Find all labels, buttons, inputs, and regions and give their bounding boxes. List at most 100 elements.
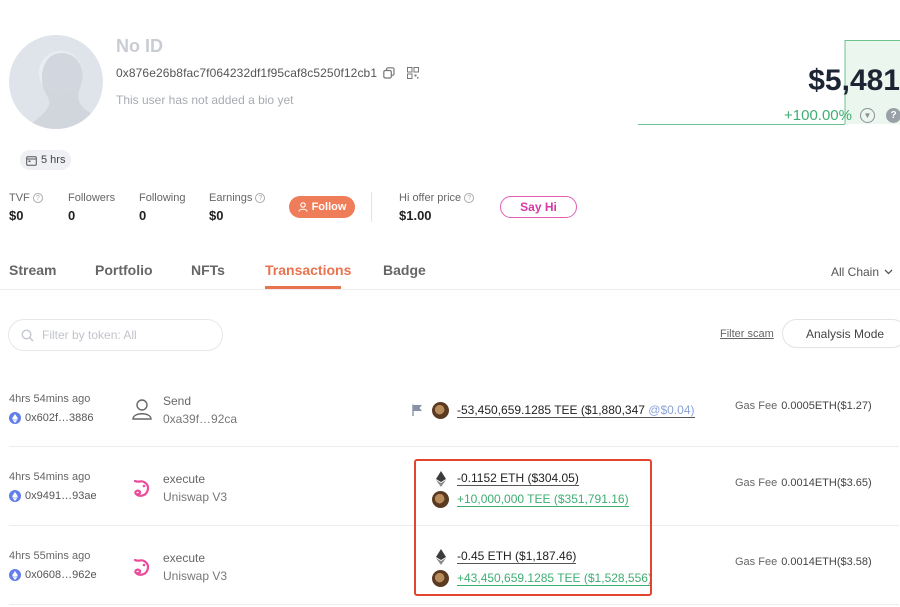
tee-token-icon <box>432 491 449 508</box>
help-icon[interactable]: ? <box>255 193 266 203</box>
gas-fee: Gas Fee 0.0014ETH($3.58) <box>735 556 872 568</box>
tab-transactions[interactable]: Transactions <box>265 262 351 278</box>
uniswap-icon <box>130 476 154 500</box>
stat-earnings-value: $0 <box>209 208 224 223</box>
token-transfer[interactable]: -0.1152 ETH ($304.05) <box>432 470 579 487</box>
token-transfer[interactable]: -53,450,659.1285 TEE ($1,880,347 @$0.04) <box>432 402 695 419</box>
help-icon[interactable]: ? <box>464 193 475 203</box>
token-amount: +10,000,000 TEE ($351,791.16) <box>457 492 629 507</box>
stat-following-label: Following <box>139 192 186 204</box>
stat-following[interactable]: Following 0 <box>139 192 185 223</box>
eth-token-icon <box>432 470 449 487</box>
tx-hash-label: 0x602f…3886 <box>25 412 94 424</box>
activity-chip: 5 hrs <box>20 150 72 170</box>
stat-hi-offer: Hi offer price? $1.00 <box>399 192 475 223</box>
user-icon <box>130 397 154 421</box>
tx-time: 4hrs 55mins ago <box>9 550 91 562</box>
profile-bio: This user has not added a bio yet <box>116 93 294 107</box>
token-unit-price: @$0.04) <box>648 403 695 417</box>
tx-time: 4hrs 54mins ago <box>9 393 91 405</box>
stat-earnings: Earnings? $0 <box>209 192 266 223</box>
tx-hash-label: 0x9491…93ae <box>25 490 97 502</box>
follow-button[interactable]: Follow <box>289 196 355 218</box>
tab-stream[interactable]: Stream <box>9 262 56 278</box>
token-transfer[interactable]: +10,000,000 TEE ($351,791.16) <box>432 491 629 508</box>
qr-code-icon[interactable] <box>405 65 421 81</box>
tx-hash[interactable]: 0x0608…962e <box>9 569 97 581</box>
token-filter-input[interactable] <box>42 328 202 342</box>
gas-fee-label: Gas Fee <box>735 400 778 412</box>
stat-hi-offer-value: $1.00 <box>399 208 432 223</box>
token-amount: -0.1152 ETH ($304.05) <box>457 471 579 486</box>
tx-target[interactable]: 0xa39f…92ca <box>163 412 237 426</box>
token-amount: -53,450,659.1285 TEE ($1,880,347 <box>457 403 645 417</box>
help-icon[interactable]: ? <box>32 193 43 203</box>
ethereum-chain-icon <box>9 412 21 424</box>
tab-badge[interactable]: Badge <box>383 262 426 278</box>
help-icon[interactable]: ? <box>886 108 900 123</box>
divider <box>9 446 899 447</box>
profile-name: No ID <box>116 36 163 56</box>
calendar-icon <box>26 155 37 166</box>
tab-nfts[interactable]: NFTs <box>191 262 225 278</box>
tx-type: execute <box>163 551 206 565</box>
gas-fee-label: Gas Fee <box>735 477 778 489</box>
search-icon <box>21 328 34 342</box>
flag-icon[interactable] <box>412 403 423 421</box>
stat-hi-offer-label: Hi offer price <box>399 192 462 204</box>
wallet-address: 0x876e26b8fac7f064232df1f95caf8c5250f12c… <box>116 66 378 80</box>
tx-hash[interactable]: 0x9491…93ae <box>9 490 97 502</box>
avatar-silhouette-icon <box>27 53 103 129</box>
stat-followers[interactable]: Followers 0 <box>68 192 115 223</box>
gas-fee-value: 0.0005ETH($1.27) <box>781 400 872 412</box>
divider <box>9 604 899 605</box>
tx-type: Send <box>163 394 192 408</box>
tee-token-icon <box>432 570 449 587</box>
follow-button-label: Follow <box>311 201 347 213</box>
user-icon <box>298 202 308 212</box>
ethereum-chain-icon <box>9 569 21 581</box>
tx-time: 4hrs 54mins ago <box>9 471 91 483</box>
chain-select[interactable]: All Chain <box>831 265 893 279</box>
stat-following-value: 0 <box>139 208 147 223</box>
analysis-mode-button[interactable]: Analysis Mode <box>782 319 900 348</box>
uniswap-icon <box>130 555 154 579</box>
tx-hash-label: 0x0608…962e <box>25 569 97 581</box>
chain-select-label: All Chain <box>831 265 880 279</box>
token-amount: +43,450,659.1285 TEE ($1,528,556) <box>457 571 652 586</box>
filter-scam-link[interactable]: Filter scam <box>720 328 774 340</box>
avatar <box>9 35 103 129</box>
tee-token-icon <box>432 402 449 419</box>
tx-type: execute <box>163 472 206 486</box>
gas-fee-label: Gas Fee <box>735 556 778 568</box>
token-filter-field[interactable] <box>8 319 223 351</box>
gas-fee-value: 0.0014ETH($3.65) <box>781 477 872 489</box>
divider <box>0 289 900 290</box>
gas-fee: Gas Fee 0.0014ETH($3.65) <box>735 477 872 489</box>
tab-portfolio[interactable]: Portfolio <box>95 262 153 278</box>
value-change-percent: +100.00% <box>784 107 852 124</box>
stat-followers-value: 0 <box>68 208 76 223</box>
stat-followers-label: Followers <box>68 192 116 204</box>
token-transfer[interactable]: +43,450,659.1285 TEE ($1,528,556) <box>432 570 652 587</box>
copy-icon[interactable] <box>381 65 397 81</box>
activity-chip-label: 5 hrs <box>41 154 66 166</box>
stat-tvf: TVF? $0 <box>9 192 43 223</box>
say-hi-button[interactable]: Say Hi <box>500 196 577 218</box>
gas-fee-value: 0.0014ETH($3.58) <box>781 556 872 568</box>
chevron-down-icon[interactable]: ▼ <box>860 108 875 123</box>
divider <box>371 192 372 222</box>
tx-target[interactable]: Uniswap V3 <box>163 490 227 504</box>
ethereum-chain-icon <box>9 490 21 502</box>
divider <box>9 525 899 526</box>
stat-tvf-value: $0 <box>9 208 24 223</box>
tx-target[interactable]: Uniswap V3 <box>163 569 227 583</box>
token-transfer[interactable]: -0.45 ETH ($1,187.46) <box>432 548 577 565</box>
portfolio-value: $5,481 <box>808 64 900 97</box>
eth-token-icon <box>432 548 449 565</box>
stat-tvf-label: TVF <box>9 192 30 204</box>
token-amount: -0.45 ETH ($1,187.46) <box>457 549 577 564</box>
tx-hash[interactable]: 0x602f…3886 <box>9 412 94 424</box>
gas-fee: Gas Fee 0.0005ETH($1.27) <box>735 400 872 412</box>
chevron-down-icon <box>884 269 893 275</box>
